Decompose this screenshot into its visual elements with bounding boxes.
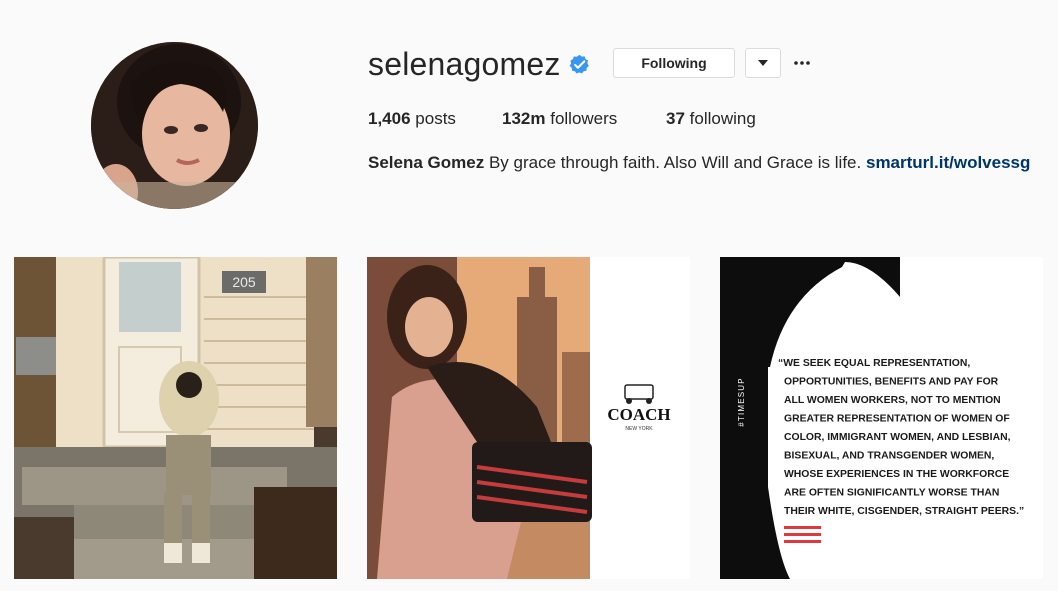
- suggested-dropdown-button[interactable]: [745, 48, 781, 78]
- posts-count: 1,406: [368, 109, 411, 128]
- house-number: 205: [232, 274, 256, 290]
- quote-line: WHOSE EXPERIENCES IN THE WORKFORCE: [784, 469, 1009, 480]
- quote-line: ALL WOMEN WORKERS, NOT TO MENTION: [784, 395, 1001, 406]
- coach-brand-subtext: NEW YORK: [625, 426, 653, 432]
- followers-count: 132m: [502, 109, 546, 128]
- following-stat[interactable]: 37 following: [666, 108, 756, 130]
- avatar-photo: [91, 42, 258, 209]
- post-thumbnail[interactable]: #TIMESUP “WE SEEK EQUAL REPRESENTATION, …: [720, 257, 1043, 579]
- post-photo-coach-ad: COACH NEW YORK: [367, 257, 690, 579]
- posts-stat: 1,406 posts: [368, 108, 456, 130]
- bio-link[interactable]: smarturl.it/wolvessg: [866, 153, 1030, 172]
- quote-line: GREATER REPRESENTATION OF WOMEN OF: [784, 414, 1010, 425]
- profile-avatar[interactable]: [91, 42, 258, 209]
- post-thumbnail[interactable]: 205: [14, 257, 337, 579]
- quote-line: COLOR, IMMIGRANT WOMEN, AND LESBIAN,: [784, 432, 1011, 443]
- quote-line: OPPORTUNITIES, BENEFITS AND PAY FOR: [784, 377, 999, 388]
- followers-label: followers: [550, 109, 618, 128]
- more-options-icon: [794, 61, 810, 65]
- quote-line: ARE OFTEN SIGNIFICANTLY WORSE THAN: [784, 488, 999, 499]
- verified-badge-icon: [569, 54, 590, 75]
- post-quote-timesup: #TIMESUP “WE SEEK EQUAL REPRESENTATION, …: [720, 257, 1043, 579]
- coach-brand-text: COACH: [607, 405, 670, 424]
- more-options-button[interactable]: [788, 48, 816, 78]
- timesup-flag-icon: [784, 526, 821, 543]
- profile-bio: Selena Gomez By grace through faith. Als…: [368, 152, 1030, 174]
- profile-username: selenagomez: [368, 46, 561, 82]
- caret-down-icon: [758, 60, 768, 66]
- following-button[interactable]: Following: [613, 48, 735, 78]
- quote-line: BISEXUAL, AND TRANSGENDER WOMEN,: [784, 451, 994, 462]
- post-photo-porch: 205: [14, 257, 337, 579]
- posts-label: posts: [415, 109, 456, 128]
- following-count: 37: [666, 109, 685, 128]
- bio-text: By grace through faith. Also Will and Gr…: [488, 153, 862, 172]
- timesup-hashtag: #TIMESUP: [737, 377, 746, 427]
- post-thumbnail[interactable]: COACH NEW YORK: [367, 257, 690, 579]
- quote-text: “WE SEEK EQUAL REPRESENTATION, OPPORTUNI…: [778, 358, 1024, 517]
- quote-line: THEIR WHITE, CISGENDER, STRAIGHT PEERS.”: [784, 506, 1024, 517]
- quote-line: “WE SEEK EQUAL REPRESENTATION,: [778, 358, 970, 369]
- bio-full-name: Selena Gomez: [368, 153, 485, 172]
- following-label: following: [689, 109, 756, 128]
- followers-stat[interactable]: 132m followers: [502, 108, 617, 130]
